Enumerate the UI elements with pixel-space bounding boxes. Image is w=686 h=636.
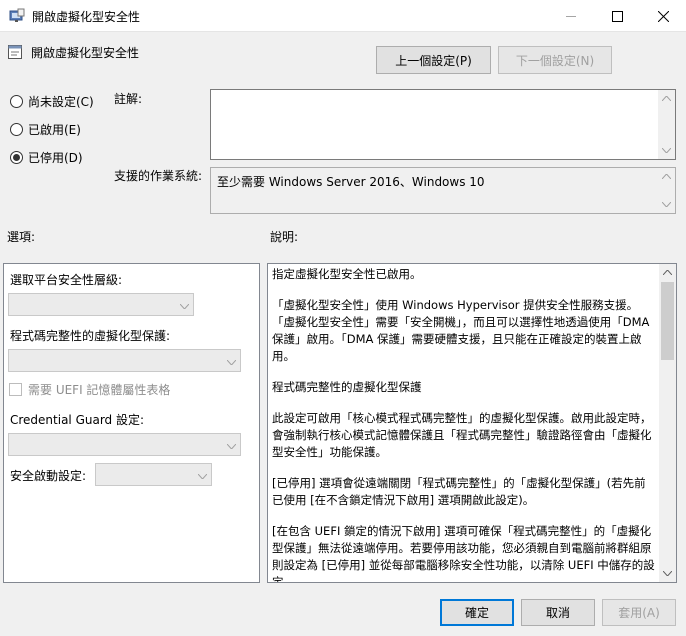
radio-disabled[interactable]: 已停用(D) xyxy=(10,149,83,166)
chevron-down-icon xyxy=(179,298,190,312)
checkbox-box xyxy=(9,383,22,396)
radio-enabled[interactable]: 已啟用(E) xyxy=(10,121,81,138)
help-paragraph: 此設定可啟用「核心模式程式碼完整性」的虛擬化型保護。啟用此設定時，會強制執行核心… xyxy=(272,411,652,459)
prev-setting-button[interactable]: 上一個設定(P) xyxy=(376,46,491,74)
scroll-up-icon[interactable] xyxy=(658,168,675,185)
policy-icon xyxy=(9,8,25,24)
help-panel: 指定虛擬化型安全性已啟用。 「虛擬化型安全性」使用 Windows Hyperv… xyxy=(267,263,677,583)
radio-label: 已啟用(E) xyxy=(28,123,81,137)
comment-scrollbar[interactable] xyxy=(658,90,675,159)
help-paragraph: 「虛擬化型安全性」使用 Windows Hypervisor 提供安全性服務支援… xyxy=(272,298,650,363)
platform-level-select[interactable] xyxy=(8,293,194,316)
platform-level-label: 選取平台安全性層級: xyxy=(10,273,123,287)
scroll-up-icon[interactable] xyxy=(658,90,675,107)
credential-guard-label: Credential Guard 設定: xyxy=(10,413,145,427)
radio-indicator xyxy=(10,95,23,108)
help-text: 指定虛擬化型安全性已啟用。 「虛擬化型安全性」使用 Windows Hyperv… xyxy=(272,266,655,583)
supported-label: 支援的作業系統: xyxy=(114,169,203,183)
code-integrity-label: 程式碼完整性的虛擬化型保護: xyxy=(10,329,171,343)
supported-scrollbar[interactable] xyxy=(658,168,675,213)
title-bar: 開啟虛擬化型安全性 xyxy=(0,0,686,32)
radio-label: 尚未設定(C) xyxy=(28,95,94,109)
cancel-button[interactable]: 取消 xyxy=(521,599,595,626)
uefi-table-checkbox[interactable]: 需要 UEFI 記憶體屬性表格 xyxy=(9,381,170,398)
uefi-table-label: 需要 UEFI 記憶體屬性表格 xyxy=(28,383,171,397)
secure-launch-label: 安全啟動設定: xyxy=(10,469,87,483)
credential-guard-select[interactable] xyxy=(8,433,241,456)
secure-launch-select[interactable] xyxy=(95,463,212,486)
setting-name: 開啟虛擬化型安全性 xyxy=(31,46,140,60)
scroll-down-icon[interactable] xyxy=(659,565,676,582)
help-paragraph: [在包含 UEFI 鎖定的情況下啟用] 選項可確保「程式碼完整性」的「虛擬化型保… xyxy=(272,524,655,583)
help-paragraph: 指定虛擬化型安全性已啟用。 xyxy=(272,267,422,281)
chevron-down-icon xyxy=(226,438,237,452)
chevron-down-icon xyxy=(197,468,208,482)
radio-label: 已停用(D) xyxy=(28,151,83,165)
help-scrollbar[interactable] xyxy=(659,264,676,582)
supported-field: 至少需要 Windows Server 2016、Windows 10 xyxy=(210,167,676,214)
options-label: 選項: xyxy=(7,230,36,244)
minimize-icon[interactable] xyxy=(548,0,594,32)
scroll-down-icon[interactable] xyxy=(658,196,675,213)
comment-label: 註解: xyxy=(114,92,143,106)
setting-icon xyxy=(7,44,23,60)
radio-not-configured[interactable]: 尚未設定(C) xyxy=(10,93,94,110)
maximize-icon[interactable] xyxy=(594,0,640,32)
help-paragraph: [已停用] 選項會從遠端關閉「程式碼完整性」的「虛擬化型保護」(若先前已使用 [… xyxy=(272,476,646,507)
scroll-down-icon[interactable] xyxy=(658,142,675,159)
options-panel: 選取平台安全性層級: 程式碼完整性的虛擬化型保護: 需要 UEFI 記憶體屬性表… xyxy=(3,263,260,583)
help-paragraph: 程式碼完整性的虛擬化型保護 xyxy=(272,380,422,394)
close-icon[interactable] xyxy=(640,0,686,32)
code-integrity-select[interactable] xyxy=(8,349,241,372)
next-setting-button[interactable]: 下一個設定(N) xyxy=(498,46,612,74)
comment-field[interactable] xyxy=(210,89,676,160)
window-title: 開啟虛擬化型安全性 xyxy=(32,10,141,24)
supported-value: 至少需要 Windows Server 2016、Windows 10 xyxy=(217,175,485,189)
scroll-up-icon[interactable] xyxy=(659,264,676,281)
chevron-down-icon xyxy=(226,354,237,368)
radio-indicator xyxy=(10,151,23,164)
ok-button[interactable]: 確定 xyxy=(440,599,514,626)
help-label: 說明: xyxy=(270,230,299,244)
radio-indicator xyxy=(10,123,23,136)
scroll-thumb[interactable] xyxy=(661,282,674,360)
apply-button[interactable]: 套用(A) xyxy=(602,599,676,626)
